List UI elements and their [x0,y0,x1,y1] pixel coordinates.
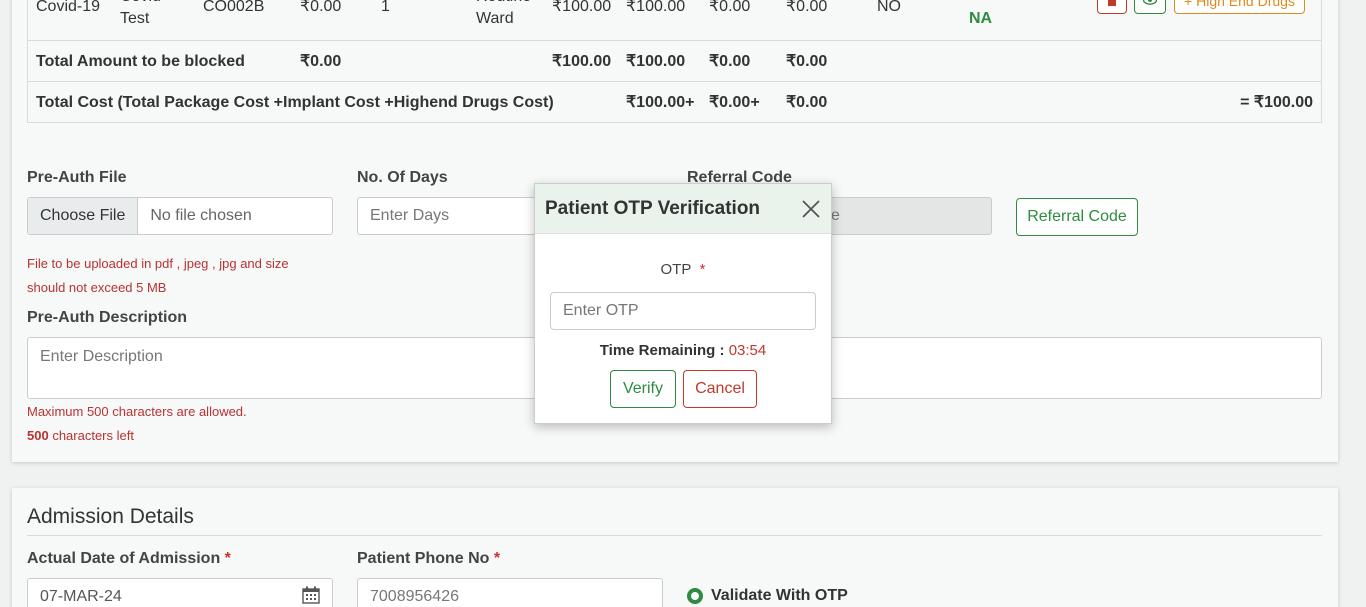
days-label: No. Of Days [357,169,448,186]
package-name: Covid-19 [36,0,101,15]
total-blocked-label: Total Amount to be blocked [36,53,245,70]
phone-label-text: Patient Phone No [357,550,490,567]
required-mark: * [699,261,706,278]
chars-left-count: 500 [27,428,49,443]
modal-header: Patient OTP Verification [535,184,831,234]
otp-modal: Patient OTP Verification OTP * Enter OTP… [534,183,832,424]
procedure-code: CO002B [203,0,265,15]
file-help-text: should not exceed 5 MB [27,280,167,295]
total-blocked-amount: ₹0.00 [300,53,342,70]
calendar-icon[interactable] [302,586,320,607]
otp-label: OTP * [535,261,831,278]
time-remaining-value: 03:54 [728,342,767,359]
total-cost-label: Total Cost (Total Package Cost +Implant … [36,94,554,111]
total-cell: ₹0.00 [786,53,828,70]
phone-label: Patient Phone No * [357,550,500,568]
table-row: Total Amount to be blocked ₹0.00 ₹100.00… [28,40,1321,81]
amount-cell: ₹0.00 [300,0,342,15]
na-badge: NA [969,10,993,27]
max-chars-text: Maximum 500 characters are allowed. [27,404,247,419]
cost-table: Covid-19 Covid Test CO002B ₹0.00 1 Routi… [27,0,1322,123]
quantity-cell: 1 [381,0,390,15]
admission-title: Admission Details [27,505,194,528]
cancel-button[interactable]: Cancel [683,370,757,408]
time-remaining-label: Time Remaining : [599,342,729,359]
table-row: Total Cost (Total Package Cost +Implant … [28,81,1321,122]
cost-cell: ₹0.00 [709,0,751,15]
admission-date-input[interactable]: 07-MAR-24 [27,578,333,607]
modal-title: Patient OTP Verification [545,197,761,219]
phone-input[interactable]: 7008956426 [357,578,663,607]
chars-left-text: 500 characters left [27,428,134,443]
admission-date-value: 07-MAR-24 [40,588,122,605]
close-icon[interactable] [801,199,821,219]
referral-code-button[interactable]: Referral Code [1016,198,1138,236]
total-cost-cell: ₹0.00 [786,94,828,111]
procedure-name-line1: Covid [120,0,161,8]
trash-icon [1107,0,1117,9]
admission-date-label-text: Actual Date of Admission [27,550,221,567]
procedure-name-line2: Test [120,10,150,27]
file-help-text: File to be uploaded in pdf , jpeg , jpg … [27,256,289,271]
table-row: Covid-19 Covid Test CO002B ₹0.00 1 Routi… [28,0,1321,40]
preauth-file-input[interactable]: Choose File No file chosen [27,197,333,235]
cost-cell: ₹100.00 [552,0,612,15]
otp-label-text: OTP [660,261,692,278]
time-remaining: Time Remaining : 03:54 [535,342,831,359]
total-cell: ₹0.00 [709,53,751,70]
delete-button[interactable] [1097,0,1127,14]
grand-total: = ₹100.00 [1240,94,1313,111]
otp-input[interactable]: Enter OTP [550,292,816,330]
view-button[interactable] [1134,0,1166,14]
high-end-drugs-button[interactable]: + High End Drugs [1174,0,1305,14]
divider [27,535,1322,536]
total-cost-cell: ₹100.00+ [626,94,695,111]
na-top: NA [969,0,991,6]
total-cell: ₹100.00 [552,53,612,70]
validate-otp-radio[interactable] [687,588,703,604]
no-file-text: No file chosen [150,207,252,224]
cost-cell: ₹100.00 [626,0,686,15]
total-cost-cell: ₹0.00+ [709,94,760,111]
ward-line1: Routine [476,0,531,8]
ward-line2: Ward [476,10,514,27]
preauth-file-label: Pre-Auth File [27,169,127,186]
validate-otp-label[interactable]: Validate With OTP [711,587,848,605]
chars-left-suffix: characters left [48,428,134,443]
required-mark: * [224,550,231,567]
verify-button[interactable]: Verify [610,370,676,408]
cost-cell: ₹0.00 [786,0,828,15]
total-cell: ₹100.00 [626,53,686,70]
admission-date-label: Actual Date of Admission * [27,550,231,568]
days-input[interactable]: Enter Days [357,197,547,235]
referral-input[interactable]: e [820,197,992,235]
eye-icon [1142,0,1158,8]
choose-file-button[interactable]: Choose File [28,198,139,234]
required-mark: * [493,550,501,567]
description-label: Pre-Auth Description [27,309,188,326]
flag-cell: NO [877,0,901,15]
